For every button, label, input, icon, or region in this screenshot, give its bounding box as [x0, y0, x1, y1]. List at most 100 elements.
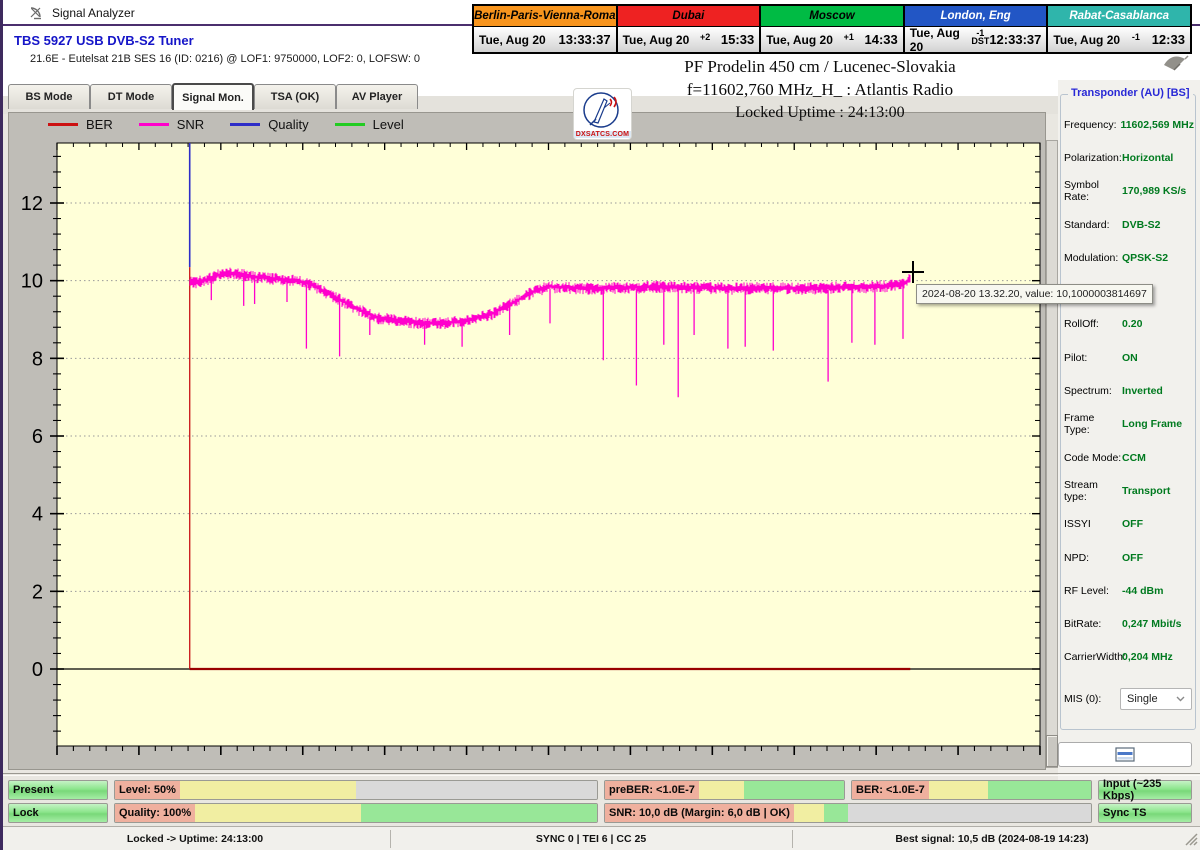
legend-label: SNR	[176, 117, 205, 132]
transponder-row: CarrierWidth: 0,204 MHz	[1064, 641, 1194, 674]
transponder-field-label: Modulation:	[1064, 251, 1119, 264]
tab-tsa-ok-[interactable]: TSA (OK)	[254, 84, 336, 109]
transponder-field-value: QPSK-S2	[1122, 251, 1169, 264]
legend-swatch	[230, 123, 261, 126]
meter-snr: SNR: 10,0 dB (Margin: 6,0 dB | OK)	[604, 803, 1092, 823]
world-clocks: Berlin-Paris-Vienna-Roma Tue, Aug 20 13:33…	[472, 4, 1192, 54]
mode-tabs: BS Mode DT Mode Signal Mon. TSA (OK) AV Play…	[8, 83, 418, 110]
transponder-field-label: Spectrum:	[1064, 385, 1112, 398]
transponder-field-label: Symbol Rate:	[1064, 179, 1100, 204]
legend-swatch	[48, 123, 78, 126]
meter-label: preBER: <1.0E-7	[605, 781, 699, 799]
transponder-field-label: Standard:	[1064, 218, 1110, 231]
legend-swatch	[334, 123, 365, 126]
satellite-dish-icon	[1160, 52, 1190, 77]
chart-scrollbar-thumb[interactable]	[1046, 735, 1058, 767]
transponder-field-value: 0.20	[1122, 318, 1143, 331]
transponder-row: Modulation: QPSK-S2	[1064, 241, 1194, 274]
legend-label: BER	[86, 117, 113, 132]
clock-utc-offset: +1	[843, 31, 854, 42]
transponder-row: RF Level: -44 dBm	[1064, 574, 1194, 607]
chart-tooltip: 2024-08-20 13.32.20, value: 10,100000381…	[916, 284, 1153, 304]
chart-scrollbar[interactable]	[1046, 140, 1058, 768]
badge-input: Input (~235 Kbps)	[1098, 778, 1192, 802]
transponder-field-value: ON	[1122, 351, 1138, 364]
y-axis-label: 4	[32, 504, 43, 526]
signal-chart[interactable]: 0 2 4 6 8 10 12	[8, 112, 1046, 770]
meter-segment	[360, 804, 597, 822]
badge-sync: Sync TS	[1098, 803, 1192, 823]
y-axis-label: 12	[21, 193, 43, 215]
clock-date: Tue, Aug 20	[622, 32, 690, 47]
site-header: PF Prodelin 450 cm / Lucenec-Slovakia	[684, 57, 956, 76]
transponder-field-label: RollOff:	[1064, 318, 1099, 331]
window-left-border	[0, 0, 3, 850]
clock-column: Berlin-Paris-Vienna-Roma Tue, Aug 20 13:33…	[473, 5, 617, 53]
clock-time: Tue, Aug 20 -1 12:33	[1047, 27, 1191, 53]
transponder-field-label: Pilot:	[1064, 351, 1088, 364]
transponder-row: Frequency: 11602,569 MHz	[1064, 108, 1194, 141]
status-sync: SYNC 0 | TEI 6 | CC 25	[535, 833, 647, 845]
transponder-field-label: Frame Type:	[1064, 412, 1095, 437]
y-axis-label: 0	[32, 659, 43, 681]
meter-quality: Quality: 100%	[114, 803, 598, 823]
resize-grip[interactable]	[1185, 833, 1198, 849]
legend-item-ber: BER	[48, 117, 113, 132]
clock-column: London, Eng Tue, Aug 20 -1 DST 12:33:37	[903, 5, 1048, 54]
status-bar: Locked -> Uptime: 24:13:00 SYNC 0 | TEI …	[0, 826, 1200, 850]
offset-dst: DST	[971, 35, 990, 46]
transponder-row: BitRate: 0,247 Mbit/s	[1064, 607, 1194, 640]
capture-button[interactable]	[1058, 742, 1192, 767]
transponder-row: Spectrum: Inverted	[1064, 374, 1194, 407]
clock-date: Tue, Aug 20	[1053, 32, 1121, 47]
transponder-field-label: Polarization:	[1064, 151, 1122, 164]
window-title: Signal Analyzer	[52, 6, 135, 20]
offset-value: +1	[843, 31, 854, 42]
app-satellite-icon	[28, 5, 44, 26]
frequency-header: f=11602,760 MHz_H_ : Atlantis Radio	[686, 80, 954, 99]
mis-dropdown[interactable]: Single	[1120, 688, 1192, 710]
clock-value: 14:33	[864, 32, 898, 47]
meter-label: Level: 50%	[115, 781, 180, 799]
transponder-field-value: -44 dBm	[1122, 584, 1164, 597]
clock-value: 15:33	[720, 32, 755, 47]
clock-column: Moscow Tue, Aug 20 +1 14:33	[760, 5, 904, 53]
status-best-signal: Best signal: 10,5 dB (2024-08-19 14:23)	[895, 833, 1089, 845]
mis-label: MIS (0):	[1064, 693, 1102, 705]
tuner-details: 21.6E - Eutelsat 21B SES 16 (ID: 0216) @…	[30, 53, 421, 65]
meter-segment	[988, 781, 1091, 799]
tab-bs-mode[interactable]: BS Mode	[8, 84, 90, 109]
transponder-field-value: Transport	[1122, 484, 1171, 497]
transponder-field-value: 170,989 KS/s	[1122, 185, 1187, 198]
uptime-header: Locked Uptime : 24:13:00	[735, 104, 905, 121]
transponder-row: Polarization: Horizontal	[1064, 141, 1194, 174]
tab-signal-mon-[interactable]: Signal Mon.	[172, 83, 254, 110]
chart-legend: BER SNR Quality Level	[48, 117, 404, 132]
meter-segment	[356, 781, 597, 799]
meter-label: Quality: 100%	[115, 804, 196, 822]
transponder-row: NPD: OFF	[1064, 541, 1194, 574]
plot-area	[56, 142, 1041, 747]
tab-dt-mode[interactable]: DT Mode	[90, 84, 172, 109]
status-uptime: Locked -> Uptime: 24:13:00	[126, 833, 264, 845]
transponder-field-value: Inverted	[1122, 385, 1163, 398]
transponder-field-value: DVB-S2	[1122, 218, 1161, 231]
transponder-rows: Frequency: 11602,569 MHz Polarization: Hori…	[1064, 108, 1194, 674]
legend-item-level: Level	[334, 117, 404, 132]
meter-segment	[847, 804, 1091, 822]
clock-time: Tue, Aug 20 -1 DST 12:33:37	[903, 26, 1048, 54]
dxsatcs-logo: DXSATCS.COM	[573, 88, 632, 140]
y-axis-label: 2	[32, 581, 43, 603]
logo-text: DXSATCS.COM	[574, 131, 631, 138]
tab-av-player[interactable]: AV Player	[336, 84, 418, 109]
transponder-row: RollOff: 0.20	[1064, 308, 1194, 341]
tuner-name: TBS 5927 USB DVB-S2 Tuner	[14, 33, 194, 48]
transponder-field-label: BitRate:	[1064, 618, 1102, 631]
clock-utc-offset: -1 DST	[971, 28, 990, 46]
transponder-row: Frame Type: Long Frame	[1064, 408, 1194, 441]
mis-value: Single	[1127, 693, 1158, 705]
meter-label: BER: <1.0E-7	[852, 781, 929, 799]
meter-ber: BER: <1.0E-7	[851, 780, 1092, 800]
meter-preber: preBER: <1.0E-7	[604, 780, 845, 800]
transponder-field-label: Code Mode:	[1064, 451, 1122, 464]
